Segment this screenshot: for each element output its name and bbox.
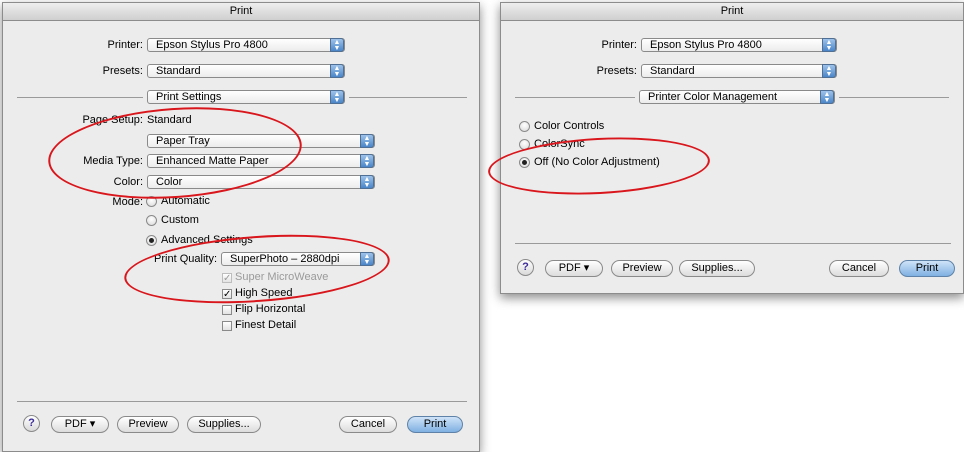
separator-right [839, 97, 949, 98]
finest-detail-checkbox[interactable] [222, 321, 232, 331]
color-controls-label: Color Controls [534, 120, 605, 132]
color-controls-radio[interactable] [519, 121, 530, 132]
pdf-button[interactable]: PDF ▾ [545, 260, 603, 277]
supplies-button[interactable]: Supplies... [187, 416, 261, 433]
print-button[interactable]: Print [899, 260, 955, 277]
presets-label: Presets: [596, 65, 637, 77]
presets-popup[interactable]: Standard ▲ ▼ [641, 64, 837, 78]
dialog-title: Print [229, 5, 253, 17]
help-button[interactable]: ? [517, 259, 534, 276]
bottom-separator [17, 401, 467, 402]
separator-right [349, 97, 467, 98]
help-button[interactable]: ? [23, 415, 40, 432]
printer-popup[interactable]: Epson Stylus Pro 4800 ▲ ▼ [641, 38, 837, 52]
presets-value: Standard [156, 65, 201, 77]
panel-popup[interactable]: Print Settings ▲ ▼ [147, 90, 345, 104]
mode-custom-radio[interactable] [146, 215, 157, 226]
popup-arrows-icon: ▲ ▼ [330, 90, 344, 104]
mode-advanced-radio[interactable] [146, 235, 157, 246]
popup-arrows-icon: ▲ ▼ [822, 64, 836, 78]
print-button[interactable]: Print [407, 416, 463, 433]
popup-arrows-icon: ▲ ▼ [360, 175, 374, 189]
cancel-button[interactable]: Cancel [339, 416, 397, 433]
popup-arrows-icon: ▲ ▼ [330, 38, 344, 52]
print-dialog-left: Print Printer: Epson Stylus Pro 4800 ▲ ▼ … [2, 2, 480, 452]
printer-value: Epson Stylus Pro 4800 [156, 39, 268, 51]
printer-label: Printer: [601, 39, 637, 51]
cancel-button[interactable]: Cancel [829, 260, 889, 277]
preview-button[interactable]: Preview [117, 416, 179, 433]
supplies-button[interactable]: Supplies... [679, 260, 755, 277]
mode-custom-label: Custom [161, 214, 199, 226]
presets-popup[interactable]: Standard ▲ ▼ [147, 64, 345, 78]
panel-value: Print Settings [156, 91, 222, 103]
popup-arrows-icon: ▲ ▼ [822, 38, 836, 52]
popup-arrows-icon: ▲ ▼ [820, 90, 834, 104]
preview-button[interactable]: Preview [611, 260, 673, 277]
printer-label: Printer: [107, 39, 143, 51]
flip-horizontal-label: Flip Horizontal [235, 303, 306, 315]
pdf-button[interactable]: PDF ▾ [51, 416, 109, 433]
presets-value: Standard [650, 65, 695, 77]
popup-arrows-icon: ▲ ▼ [330, 64, 344, 78]
separator-left [515, 97, 635, 98]
printer-value: Epson Stylus Pro 4800 [650, 39, 762, 51]
title-bar: Print [3, 3, 479, 21]
panel-popup[interactable]: Printer Color Management ▲ ▼ [639, 90, 835, 104]
bottom-separator [515, 243, 951, 244]
popup-arrows-icon: ▲ ▼ [360, 154, 374, 168]
dialog-title: Print [720, 5, 744, 17]
title-bar: Print [501, 3, 963, 21]
popup-arrows-icon: ▲ ▼ [360, 134, 374, 148]
finest-detail-label: Finest Detail [235, 319, 297, 331]
flip-horizontal-checkbox[interactable] [222, 305, 232, 315]
presets-label: Presets: [102, 65, 143, 77]
panel-value: Printer Color Management [648, 91, 778, 103]
separator-left [17, 97, 143, 98]
printer-popup[interactable]: Epson Stylus Pro 4800 ▲ ▼ [147, 38, 345, 52]
